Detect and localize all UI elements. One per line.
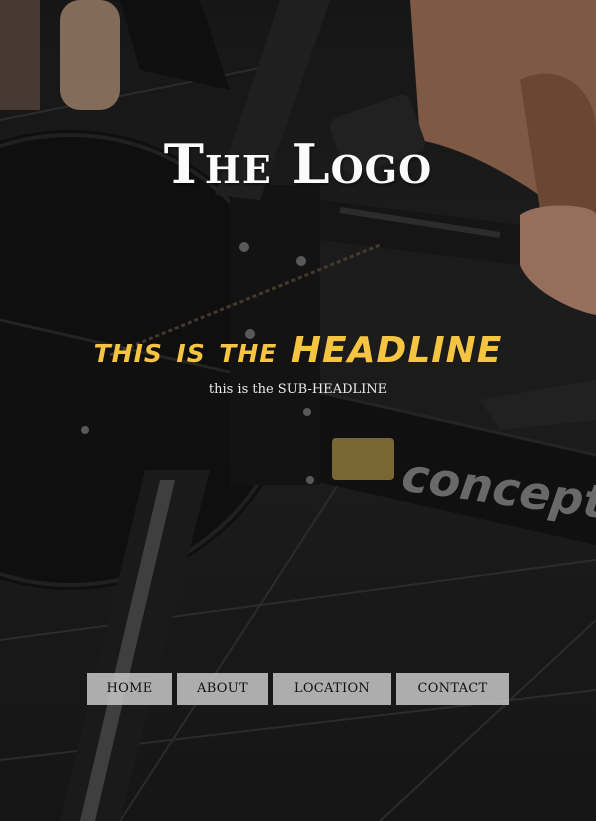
nav-about-button[interactable]: ABOUT xyxy=(177,673,268,705)
nav-contact-button[interactable]: CONTACT xyxy=(396,673,509,705)
nav-location-button[interactable]: LOCATION xyxy=(273,673,391,705)
page-subheadline: this is the SUB-HEADLINE xyxy=(208,382,388,397)
page-headline: this is the HEADLINE xyxy=(93,330,503,371)
site-logo[interactable]: The Logo xyxy=(0,132,596,196)
nav-home-button[interactable]: HOME xyxy=(87,673,172,705)
